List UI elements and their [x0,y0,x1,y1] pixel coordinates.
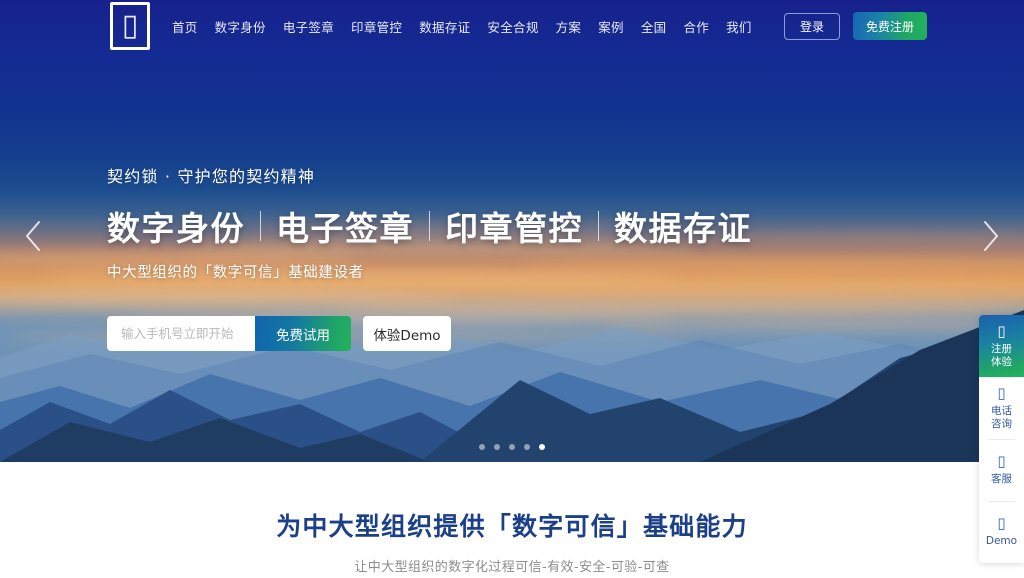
capabilities-section: 为中大型组织提供「数字可信」基础能力 让中大型组织的数字化过程可信-有效-安全-… [0,462,1024,578]
headline-divider [429,211,430,241]
nav-item-e-signature[interactable]: 电子签章 [283,17,334,36]
auth-buttons: 登录 免费注册 [784,12,927,40]
nav-item-partners[interactable]: 合作 [683,17,709,36]
hero-content: 契约锁 · 守护您的契约精神 数字身份 电子签章 印章管控 数据存证 中大型组织… [107,163,752,351]
side-item-label: 电话 咨询 [991,405,1012,430]
side-item-label: 注册 体验 [991,343,1012,368]
hero-kicker: 契约锁 · 守护您的契约精神 [107,167,316,186]
carousel-dot-2[interactable] [494,444,500,450]
login-button[interactable]: 登录 [784,12,840,40]
section-title: 为中大型组织提供「数字可信」基础能力 [276,512,748,541]
hero-cta-row: 免费试用 体验Demo [107,316,752,351]
main-nav: 首页 数字身份 电子签章 印章管控 数据存证 安全合规 方案 案例 全国 合作 … [172,17,752,36]
side-label-line2: 体验 [991,355,1012,368]
side-label-line2: 咨询 [991,417,1012,430]
chevron-right-icon [984,221,998,251]
chevron-left-icon [26,221,40,251]
floating-side-panel: ▯ 注册 体验 ▯ 电话 咨询 ▯ 客服 ▯ Demo [979,315,1024,563]
headline-divider [598,211,599,241]
side-label-line1: 注册 [991,343,1012,356]
side-item-label: 客服 [991,473,1012,485]
free-trial-button[interactable]: 免费试用 [255,316,351,351]
headline-divider [260,211,261,241]
hero-subline: 中大型组织的「数字可信」基础建设者 [107,265,364,281]
nav-item-solutions[interactable]: 方案 [556,17,582,36]
carousel-dot-3[interactable] [509,444,515,450]
side-item-demo[interactable]: ▯ Demo [979,501,1024,563]
tofu-box-icon: ▯ [121,8,139,43]
tofu-box-icon: ▯ [997,514,1006,533]
page-root: 契约锁 · 守护您的契约精神 数字身份 电子签章 印章管控 数据存证 中大型组织… [0,0,1024,578]
tofu-box-icon: ▯ [997,322,1006,341]
side-item-register-experience[interactable]: ▯ 注册 体验 [979,315,1024,377]
register-button[interactable]: 免费注册 [853,12,927,40]
section-subtitle: 让中大型组织的数字化过程可信-有效-安全-可验-可查 [354,560,670,575]
top-navigation-bar: ▯ 首页 数字身份 电子签章 印章管控 数据存证 安全合规 方案 案例 全国 合… [0,0,1024,52]
carousel-dots [0,444,1024,450]
nav-item-home[interactable]: 首页 [172,17,198,36]
headline-part-1: 数字身份 [107,209,245,248]
side-label-line1: 电话 [991,405,1012,418]
side-item-label: Demo [986,535,1017,547]
carousel-dot-1[interactable] [479,444,485,450]
carousel-dot-5[interactable] [539,444,545,450]
tofu-box-icon: ▯ [997,452,1006,471]
phone-number-input[interactable] [107,316,255,351]
side-label-line1: Demo [985,535,1018,548]
side-item-phone-consult[interactable]: ▯ 电话 咨询 [979,377,1024,439]
headline-part-2: 电子签章 [276,209,414,248]
nav-item-seal-control[interactable]: 印章管控 [351,17,402,36]
side-label-line1: 客服 [991,473,1012,486]
side-item-customer-service[interactable]: ▯ 客服 [979,439,1024,501]
nav-item-about-us[interactable]: 我们 [726,17,752,36]
headline-part-4: 数据存证 [614,209,752,248]
nav-item-cases[interactable]: 案例 [598,17,624,36]
carousel-prev-button[interactable] [16,210,50,262]
nav-item-nationwide[interactable]: 全国 [641,17,667,36]
nav-item-digital-identity[interactable]: 数字身份 [215,17,266,36]
nav-item-security-compliance[interactable]: 安全合规 [487,17,538,36]
experience-demo-button[interactable]: 体验Demo [363,316,451,351]
carousel-dot-4[interactable] [524,444,530,450]
hero-banner: 契约锁 · 守护您的契约精神 数字身份 电子签章 印章管控 数据存证 中大型组织… [0,0,1024,462]
hero-headline: 数字身份 电子签章 印章管控 数据存证 [107,202,752,250]
headline-part-3: 印章管控 [445,209,583,248]
carousel-next-button[interactable] [974,210,1008,262]
nav-item-data-evidence[interactable]: 数据存证 [419,17,470,36]
site-logo[interactable]: ▯ [110,2,150,50]
tofu-box-icon: ▯ [997,384,1006,403]
